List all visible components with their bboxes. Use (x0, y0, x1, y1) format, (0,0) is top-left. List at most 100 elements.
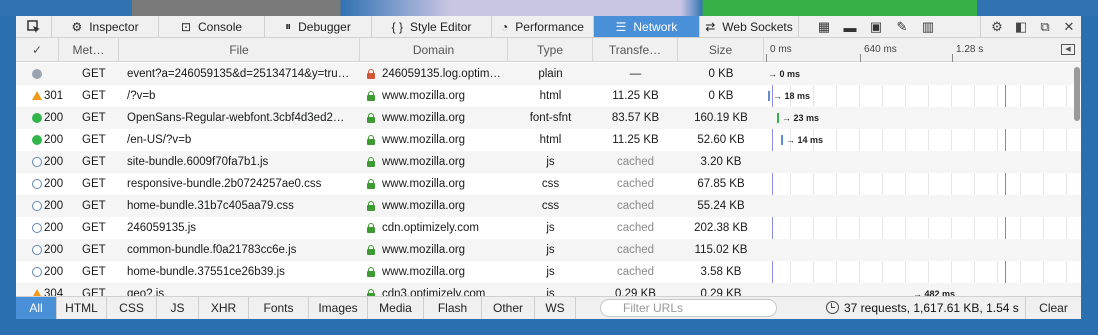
request-row[interactable]: 200 GET responsive-bundle.2b0724257ae0.css… (16, 173, 1081, 195)
rulers-icon[interactable]: ▥ (915, 16, 941, 38)
status-dot-icon (32, 244, 42, 255)
network-summary[interactable]: 37 requests, 1,617.61 KB, 1.54 s (844, 297, 1019, 319)
element-picker-button[interactable] (16, 16, 52, 37)
column-file[interactable]: File (119, 38, 360, 62)
request-domain: www.mozilla.org (382, 178, 466, 190)
request-method: GET (82, 222, 106, 234)
request-file: home-bundle.37551ce26b39.js (127, 266, 285, 278)
websockets-icon: ⇄ (705, 19, 716, 34)
undock-icon[interactable]: ⧉ (1033, 19, 1057, 35)
status-code: 200 (44, 244, 64, 256)
settings-gear-icon[interactable]: ⚙ (985, 19, 1009, 35)
column-type[interactable]: Type (508, 38, 593, 62)
status-code: 200 (44, 156, 64, 168)
request-domain: 246059135.log.optim… (382, 68, 501, 80)
timing-label: → 14 ms (786, 135, 824, 145)
filter-js[interactable]: JS (157, 297, 199, 319)
request-size: 52.60 KB (697, 134, 745, 146)
network-icon: ☰ (615, 19, 627, 34)
request-row[interactable]: 200 GET OpenSans-Regular-webfont.3cbf4d3ed… (16, 107, 1081, 129)
request-row[interactable]: 200 GET home-bundle.31b7c405aa79.css www.mo… (16, 195, 1081, 217)
waterfall-bar (777, 112, 779, 123)
request-transferred: cached (616, 178, 655, 190)
waterfall-timing: → 482 ms (913, 283, 955, 296)
request-domain: www.mozilla.org (382, 112, 466, 124)
request-row[interactable]: 304 GET geo?.js cdn3.optimizely.com js 0.29 K… (16, 283, 1081, 296)
request-row[interactable]: 301 GET /?v=b www.mozilla.org html 11.25 KB 0 … (16, 85, 1081, 107)
filter-images[interactable]: Images (309, 297, 368, 319)
status-dot-icon (32, 266, 42, 277)
status-code: 304 (44, 288, 64, 296)
request-size: 0 KB (708, 90, 734, 102)
tab-label: Inspector (89, 19, 139, 34)
secure-lock-icon (366, 129, 376, 151)
request-file: event?a=246059135&d=25134714&y=tru… (127, 68, 350, 80)
column-size[interactable]: Size (678, 38, 764, 62)
status-indicator (32, 217, 42, 239)
request-row[interactable]: 200 GET common-bundle.f0a21783cc6e.js www.m… (16, 239, 1081, 261)
scrollbar[interactable] (1074, 67, 1080, 121)
devtools-toolbar: ⚙ Inspector ⊡ Console ⏸ Debugger { } Style Edit… (16, 16, 1081, 38)
status-indicator (32, 85, 42, 107)
request-type: html (539, 90, 562, 102)
column-method[interactable]: Met… (59, 38, 119, 62)
status-dot-icon (32, 156, 42, 167)
tab-style-editor[interactable]: { } Style Editor (372, 16, 492, 37)
tab-debugger[interactable]: ⏸ Debugger (265, 16, 372, 37)
filter-flash[interactable]: Flash (424, 297, 482, 319)
eyedropper-icon[interactable]: ✎ (889, 16, 915, 38)
request-row[interactable]: GET event?a=246059135&d=25134714&y=tru… 24… (16, 63, 1081, 85)
status-code: 200 (44, 200, 64, 212)
close-icon[interactable]: ✕ (1057, 19, 1081, 35)
tab-performance[interactable]: ◔ Performance (492, 16, 594, 37)
request-domain: www.mozilla.org (382, 90, 466, 102)
filter-ws[interactable]: WS (535, 297, 576, 319)
request-size: 202.38 KB (694, 222, 748, 234)
filter-fonts[interactable]: Fonts (249, 297, 309, 319)
responsive-mode-icon[interactable]: ▬ (837, 16, 863, 38)
filter-xhr[interactable]: XHR (199, 297, 249, 319)
tab-console[interactable]: ⊡ Console (159, 16, 265, 37)
secure-lock-icon (366, 107, 376, 129)
dock-side-icon[interactable]: ◧ (1009, 19, 1033, 35)
console-icon: ⊡ (180, 19, 192, 34)
status-indicator (32, 261, 42, 283)
request-type: font-sfnt (529, 112, 572, 124)
request-file: OpenSans-Regular-webfont.3cbf4d3ed2… (127, 112, 345, 124)
request-method: GET (82, 266, 106, 278)
status-code: 200 (44, 112, 64, 124)
layout-frames-icon[interactable]: ▦ (811, 16, 837, 38)
request-transferred: cached (616, 200, 655, 212)
request-domain: www.mozilla.org (382, 244, 466, 256)
tab-web-sockets[interactable]: ⇄ Web Sockets (700, 16, 799, 37)
request-row[interactable]: 200 GET 246059135.js cdn.optimizely.com js ca… (16, 217, 1081, 239)
filter-css[interactable]: CSS (107, 297, 157, 319)
tab-inspector[interactable]: ⚙ Inspector (52, 16, 159, 37)
column-domain[interactable]: Domain (360, 38, 508, 62)
toggle-sidebar-button[interactable]: ◀ (1061, 44, 1075, 55)
request-row[interactable]: 200 GET home-bundle.37551ce26b39.js www.moz… (16, 261, 1081, 283)
status-indicator (32, 107, 42, 129)
filter-media[interactable]: Media (368, 297, 424, 319)
timing-label: → 23 ms (782, 113, 820, 123)
status-code: 200 (44, 134, 64, 146)
request-file: common-bundle.f0a21783cc6e.js (127, 244, 297, 256)
column-status[interactable]: ✓ (16, 38, 59, 62)
request-type: js (546, 156, 555, 168)
request-table-header: ✓ Met… File Domain Type Transfe… Size 0 … (16, 38, 1081, 62)
request-transferred: cached (616, 244, 655, 256)
filter-other[interactable]: Other (482, 297, 535, 319)
screenshot-icon[interactable]: ▣ (863, 16, 889, 38)
filter-urls-input[interactable] (600, 299, 777, 317)
filter-all[interactable]: All (16, 297, 57, 319)
request-file: responsive-bundle.2b0724257ae0.css (127, 178, 322, 190)
request-row[interactable]: 200 GET site-bundle.6009f70fa7b1.js www.moz… (16, 151, 1081, 173)
request-size: 3.58 KB (700, 266, 742, 278)
request-row[interactable]: 200 GET/en-US/?v=b www.mozilla.org html 11.2… (16, 129, 1081, 151)
tab-label: Web Sockets (722, 19, 793, 34)
filter-html[interactable]: HTML (57, 297, 107, 319)
request-method: GET (82, 68, 106, 80)
column-transferred[interactable]: Transfe… (593, 38, 678, 62)
tab-network[interactable]: ☰ Network (594, 16, 700, 37)
clear-button[interactable]: Clear (1025, 297, 1081, 319)
